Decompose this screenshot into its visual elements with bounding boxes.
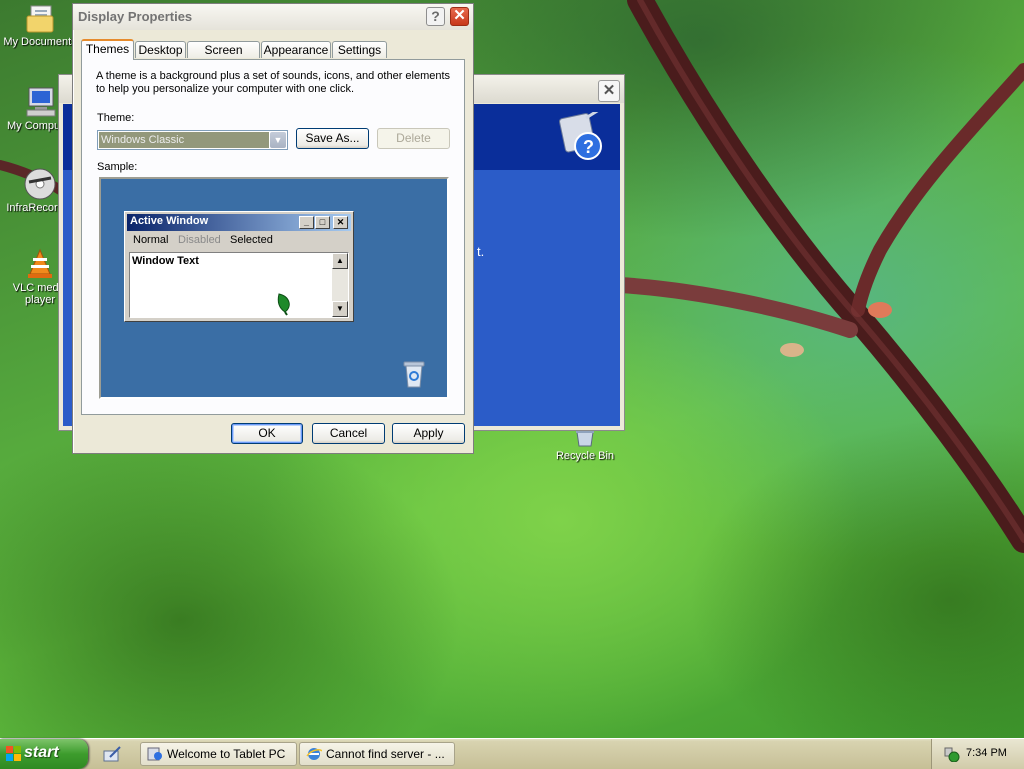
theme-dropdown[interactable]: Windows Classic ▼ <box>97 130 288 150</box>
sample-menu-selected: Selected <box>230 234 273 246</box>
desktop-icon-my-documents[interactable]: My Documents <box>0 2 80 48</box>
quick-launch-pen-icon[interactable] <box>102 745 122 763</box>
welcome-text-fragment: t. <box>477 244 485 259</box>
system-tray: 7:34 PM <box>931 739 1024 769</box>
help-button[interactable]: ? <box>426 7 445 26</box>
security-shield-icon[interactable] <box>942 746 960 762</box>
svg-text:?: ? <box>583 137 594 157</box>
taskbar-item-cannot-find-server[interactable]: Cannot find server - ... <box>299 742 455 766</box>
tab-themes[interactable]: Themes <box>81 39 134 60</box>
documents-folder-icon <box>23 2 57 34</box>
close-icon[interactable]: ✕ <box>598 80 620 102</box>
taskbar: start Welcome to Tablet PC Cannot find s… <box>0 738 1024 769</box>
desktop-icon-recycle-bin[interactable]: Recycle Bin <box>545 426 625 462</box>
dialog-title-bar[interactable]: Display Properties <box>73 4 473 30</box>
themes-panel: A theme is a background plus a set of so… <box>81 59 465 415</box>
sample-window-text: Window Text <box>132 255 199 267</box>
tab-settings[interactable]: Settings <box>332 41 387 58</box>
sample-active-window: Active Window _ □ ✕ Normal Disabled Sele… <box>124 211 354 322</box>
sample-window-title: Active Window <box>130 215 209 227</box>
taskbar-item-welcome-tablet-pc[interactable]: Welcome to Tablet PC <box>140 742 297 766</box>
infrarecorder-disc-icon <box>23 168 57 200</box>
start-button[interactable]: start <box>0 739 88 769</box>
tablet-help-icon <box>147 747 162 761</box>
start-label: start <box>24 744 59 761</box>
ok-button[interactable]: OK <box>231 423 303 444</box>
chevron-down-icon[interactable]: ▼ <box>270 132 286 148</box>
apply-button[interactable]: Apply <box>392 423 465 444</box>
sample-menu-normal: Normal <box>133 234 169 246</box>
desktop-icon-label: Recycle Bin <box>555 450 615 462</box>
tab-desktop[interactable]: Desktop <box>135 41 186 58</box>
internet-explorer-icon <box>306 748 322 760</box>
theme-sample-preview: Active Window _ □ ✕ Normal Disabled Sele… <box>99 177 449 399</box>
tablet-help-icon: ? <box>556 106 606 162</box>
recycle-bin-icon <box>403 361 425 388</box>
save-as-button[interactable]: Save As... <box>296 128 369 149</box>
vlc-cone-icon <box>23 248 57 280</box>
computer-icon <box>23 86 57 118</box>
sample-window-caption: Active Window _ □ ✕ <box>127 214 351 231</box>
leaf-cursor-icon <box>277 293 290 316</box>
clock[interactable]: 7:34 PM <box>966 747 1007 759</box>
theme-label: Theme: <box>97 112 135 124</box>
theme-dropdown-value: Windows Classic <box>99 132 269 148</box>
themes-description: A theme is a background plus a set of so… <box>96 70 451 95</box>
maximize-icon: □ <box>315 216 330 229</box>
sample-window-text-area: Window Text ▲ ▼ <box>129 252 349 318</box>
cancel-button[interactable]: Cancel <box>312 423 385 444</box>
taskbar-item-label: Cannot find server - ... <box>326 747 445 761</box>
sample-menu-disabled: Disabled <box>178 234 221 246</box>
close-button[interactable]: ✕ <box>450 7 469 26</box>
tab-appearance[interactable]: Appearance <box>261 41 331 58</box>
sample-label: Sample: <box>97 161 138 173</box>
tab-screen-saver[interactable]: Screen Saver <box>187 41 260 73</box>
scroll-up-icon: ▲ <box>332 253 348 269</box>
sample-scrollbar: ▲ ▼ <box>332 253 348 317</box>
delete-button[interactable]: Delete <box>377 128 450 149</box>
display-properties-dialog: Display Properties ? ✕ Themes Desktop Sc… <box>72 3 474 454</box>
minimize-icon: _ <box>299 216 314 229</box>
taskbar-item-label: Welcome to Tablet PC <box>167 747 286 761</box>
close-icon: ✕ <box>333 216 348 229</box>
desktop-icon-label: My Documents <box>3 36 77 48</box>
scroll-down-icon: ▼ <box>332 301 348 317</box>
windows-logo-icon <box>6 746 21 761</box>
dialog-title: Display Properties <box>78 9 193 24</box>
